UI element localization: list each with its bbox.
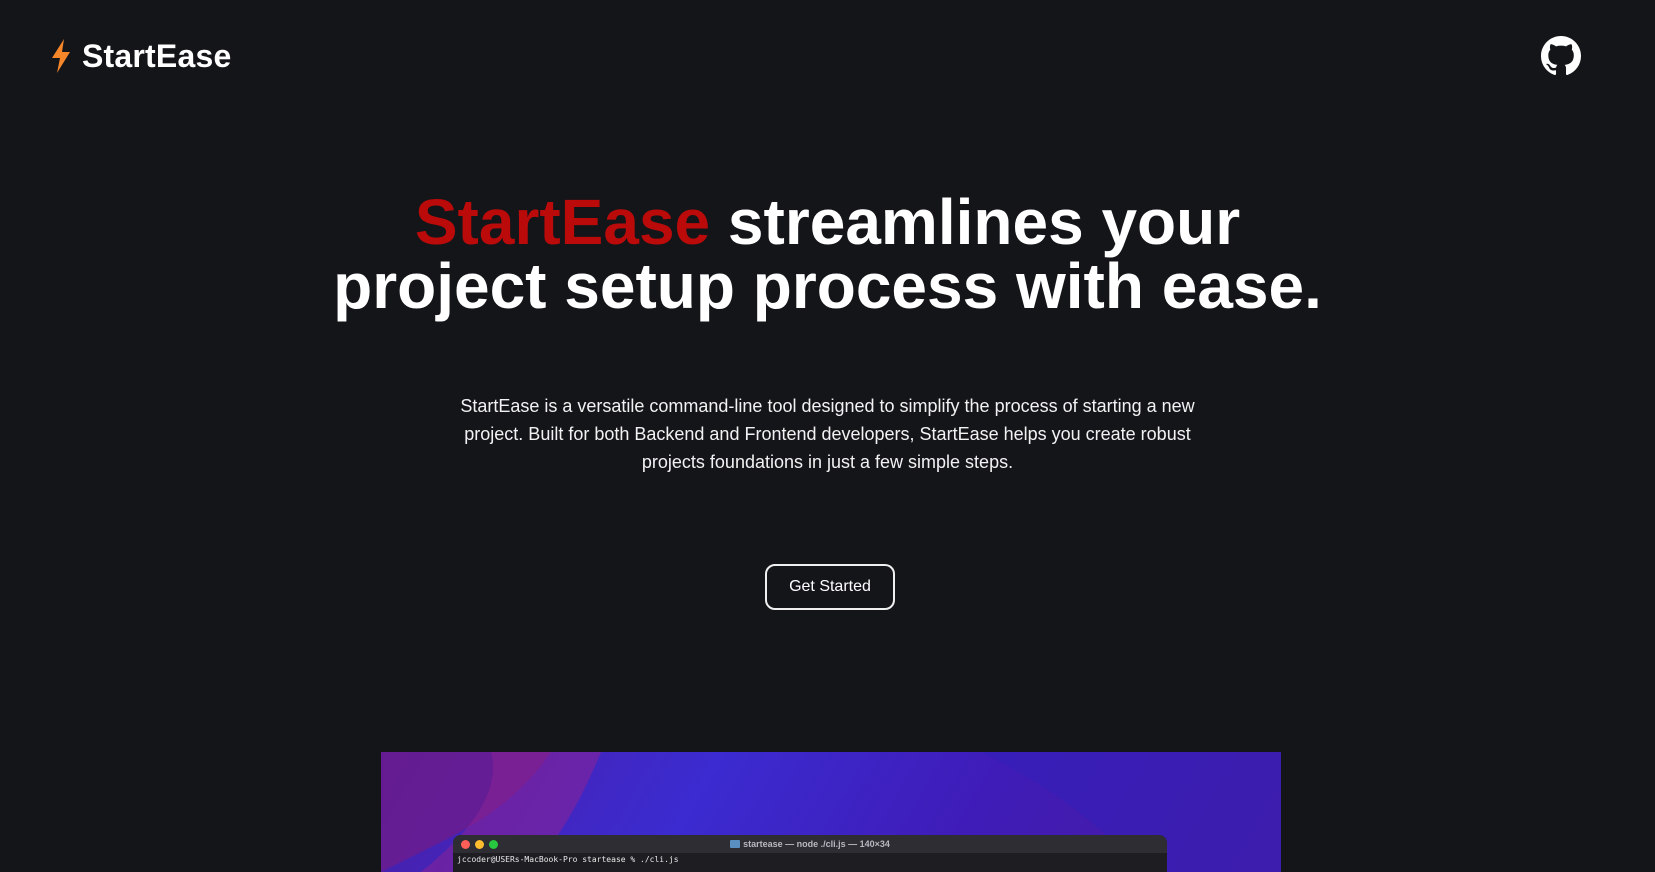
get-started-button[interactable]: Get Started (765, 564, 895, 610)
landing-page: StartEase StartEase streamlines your pro… (0, 0, 1655, 872)
lightning-bolt-icon (52, 39, 70, 73)
hero-title-accent: StartEase (414, 186, 711, 258)
hero-title-line-1: StartEase streamlines your (0, 190, 1655, 254)
terminal-title: startease — node ./cli.js — 140×34 (453, 835, 1167, 853)
terminal-title-text: startease — node ./cli.js — 140×34 (743, 839, 890, 849)
hero-title: StartEase streamlines your project setup… (0, 190, 1655, 318)
hero-description: StartEase is a versatile command-line to… (460, 396, 1195, 472)
hero-title-line-2: project setup process with ease. (333, 250, 1322, 322)
terminal-command-line: jccoder@USERs-MacBook-Pro startease % ./… (457, 855, 679, 864)
folder-icon (730, 840, 741, 848)
github-link[interactable] (1541, 36, 1581, 76)
hero-title-rest: streamlines your (710, 186, 1241, 258)
brand-name: StartEase (82, 37, 232, 74)
github-icon (1541, 36, 1581, 76)
terminal-window: startease — node ./cli.js — 140×34 jccod… (453, 835, 1167, 872)
terminal-title-bar: startease — node ./cli.js — 140×34 (453, 835, 1167, 853)
terminal-preview-image: startease — node ./cli.js — 140×34 jccod… (381, 752, 1281, 872)
brand-logo-link[interactable]: StartEase (50, 36, 231, 76)
